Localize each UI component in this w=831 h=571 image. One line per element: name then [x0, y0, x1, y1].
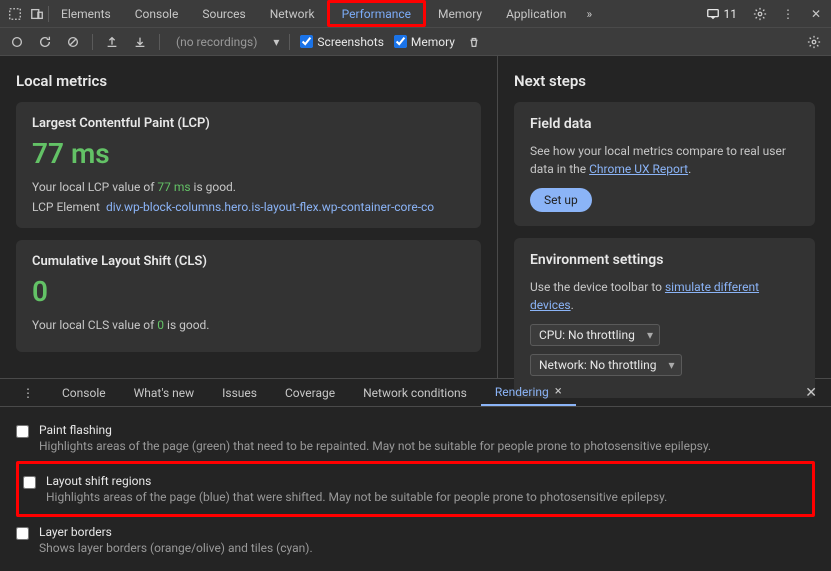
lcp-desc: Your local LCP value of 77 ms is good. — [32, 180, 465, 194]
highlighted-option: Layout shift regions Highlights areas of… — [16, 461, 815, 517]
option-layout-shift: Layout shift regions Highlights areas of… — [23, 468, 808, 510]
separator — [159, 34, 160, 50]
clear-icon[interactable] — [64, 33, 82, 51]
memory-checkbox[interactable]: Memory — [394, 35, 455, 49]
tab-performance[interactable]: Performance — [327, 0, 426, 27]
crux-link[interactable]: Chrome UX Report — [589, 162, 688, 176]
env-settings-card: Environment settings Use the device tool… — [514, 238, 815, 398]
network-throttle-select[interactable]: Network: No throttling — [530, 354, 682, 376]
lcp-element: LCP Element div.wp-block-columns.hero.is… — [32, 200, 465, 214]
device-toolbar-icon[interactable] — [26, 3, 48, 25]
drawer-tab-rendering[interactable]: Rendering× — [481, 379, 576, 406]
drawer-tab-coverage[interactable]: Coverage — [271, 379, 349, 406]
cls-value: 0 — [32, 275, 465, 308]
drawer-menu-icon[interactable]: ⋮ — [8, 379, 48, 406]
garbage-collect-icon[interactable] — [465, 33, 483, 51]
next-steps-heading: Next steps — [514, 72, 815, 90]
tab-network[interactable]: Network — [258, 0, 327, 27]
tab-application[interactable]: Application — [494, 0, 578, 27]
drawer-close-icon[interactable]: ✕ — [799, 385, 823, 401]
tab-console[interactable]: Console — [123, 0, 191, 27]
cls-desc: Your local CLS value of 0 is good. — [32, 318, 465, 332]
reload-icon[interactable] — [36, 33, 54, 51]
option-paint-flashing: Paint flashing Highlights areas of the p… — [16, 417, 815, 459]
lcp-element-selector[interactable]: div.wp-block-columns.hero.is-layout-flex… — [106, 200, 434, 214]
recordings-dropdown[interactable]: (no recordings) — [170, 35, 263, 49]
error-count-value: 11 — [724, 7, 738, 21]
drawer-tab-console[interactable]: Console — [48, 379, 120, 406]
field-data-card: Field data See how your local metrics co… — [514, 102, 815, 226]
layout-shift-title: Layout shift regions — [46, 474, 667, 488]
close-tab-icon[interactable]: × — [555, 384, 562, 399]
issues-count[interactable]: 11 — [700, 5, 744, 23]
field-data-title: Field data — [530, 116, 799, 132]
cpu-throttle-select[interactable]: CPU: No throttling — [530, 324, 660, 346]
layer-borders-title: Layer borders — [39, 525, 313, 539]
layout-shift-checkbox[interactable] — [23, 476, 36, 489]
memory-input[interactable] — [394, 35, 407, 48]
drawer-tab-whatsnew[interactable]: What's new — [120, 379, 209, 406]
inspect-icon[interactable] — [4, 3, 26, 25]
message-icon — [706, 7, 720, 21]
record-icon[interactable] — [8, 33, 26, 51]
tab-elements[interactable]: Elements — [49, 0, 123, 27]
tab-memory[interactable]: Memory — [426, 0, 494, 27]
screenshots-input[interactable] — [300, 35, 313, 48]
separator — [92, 34, 93, 50]
option-layer-borders: Layer borders Shows layer borders (orang… — [16, 519, 815, 561]
download-icon[interactable] — [131, 33, 149, 51]
layer-borders-checkbox[interactable] — [16, 527, 29, 540]
upload-icon[interactable] — [103, 33, 121, 51]
cls-card: Cumulative Layout Shift (CLS) 0 Your loc… — [16, 240, 481, 352]
layout-shift-desc: Highlights areas of the page (blue) that… — [46, 490, 667, 504]
paint-flashing-title: Paint flashing — [39, 423, 711, 437]
lcp-value: 77 ms — [32, 137, 465, 170]
close-icon[interactable]: ✕ — [805, 3, 827, 25]
chevron-down-icon[interactable]: ▾ — [273, 35, 279, 49]
paint-flashing-desc: Highlights areas of the page (green) tha… — [39, 439, 711, 453]
drawer-tab-issues[interactable]: Issues — [208, 379, 271, 406]
drawer-tab-network-conditions[interactable]: Network conditions — [349, 379, 481, 406]
field-data-desc: See how your local metrics compare to re… — [530, 142, 799, 178]
screenshots-label: Screenshots — [317, 35, 383, 49]
memory-label: Memory — [411, 35, 455, 49]
separator — [289, 34, 290, 50]
screenshots-checkbox[interactable]: Screenshots — [300, 35, 383, 49]
more-icon[interactable]: ⋮ — [777, 3, 799, 25]
setup-button[interactable]: Set up — [530, 188, 592, 212]
devtools-tabs: Elements Console Sources Network Perform… — [49, 0, 700, 27]
settings-icon[interactable] — [749, 3, 771, 25]
more-tabs-icon[interactable]: » — [578, 3, 600, 25]
paint-flashing-checkbox[interactable] — [16, 425, 29, 438]
lcp-title: Largest Contentful Paint (LCP) — [32, 116, 465, 131]
env-title: Environment settings — [530, 252, 799, 268]
local-metrics-heading: Local metrics — [16, 72, 481, 90]
cls-title: Cumulative Layout Shift (CLS) — [32, 254, 465, 269]
tab-sources[interactable]: Sources — [190, 0, 257, 27]
lcp-card: Largest Contentful Paint (LCP) 77 ms You… — [16, 102, 481, 228]
env-desc: Use the device toolbar to simulate diffe… — [530, 278, 799, 314]
layer-borders-desc: Shows layer borders (orange/olive) and t… — [39, 541, 313, 555]
toolbar-settings-icon[interactable] — [805, 33, 823, 51]
